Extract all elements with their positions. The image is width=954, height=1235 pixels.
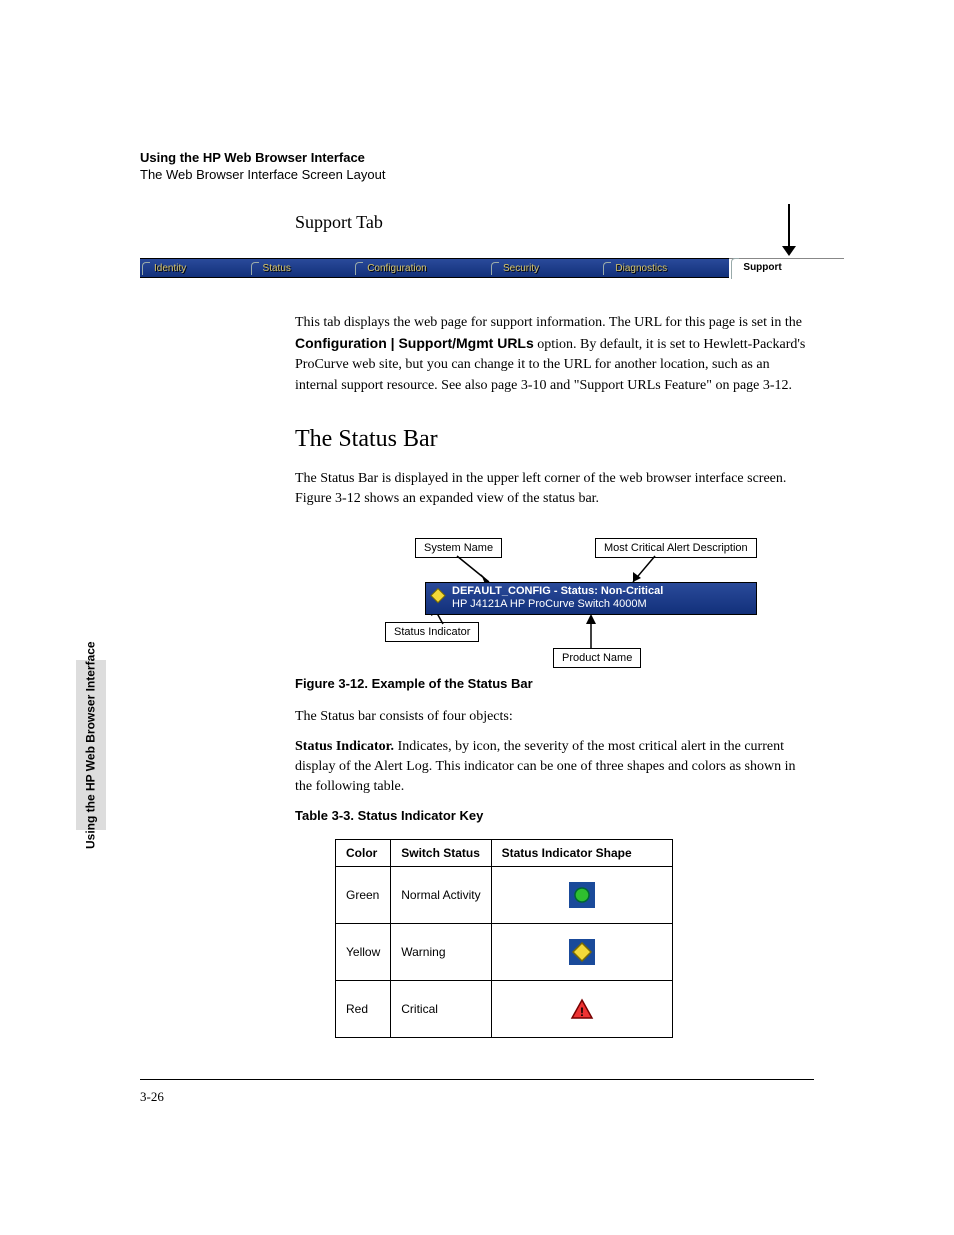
cell-shape	[491, 923, 672, 980]
tab-identity[interactable]: Identity	[140, 263, 249, 274]
arrow-down-icon	[782, 204, 796, 256]
cell-shape	[491, 866, 672, 923]
footer-rule	[140, 1079, 814, 1080]
header-subtitle: The Web Browser Interface Screen Layout	[140, 167, 814, 184]
cell-status: Critical	[391, 980, 491, 1037]
green-circle-icon	[569, 882, 595, 908]
yellow-diamond-icon	[569, 939, 595, 965]
col-color: Color	[336, 839, 391, 866]
red-triangle-icon: !	[569, 996, 595, 1022]
tab-bar-figure: Identity Status Configuration Security D…	[140, 258, 844, 280]
figure-caption: Figure 3-12. Example of the Status Bar	[295, 676, 814, 691]
page-number: 3-26	[140, 1089, 164, 1105]
status-indicator-para: Status Indicator. Indicates, by icon, th…	[295, 737, 814, 798]
status-bar-paragraph: The Status Bar is displayed in the upper…	[295, 469, 814, 510]
support-tab-heading: Support Tab	[295, 212, 814, 233]
side-tab-label: Using the HP Web Browser Interface	[84, 641, 98, 849]
callout-alert-description: Most Critical Alert Description	[595, 538, 757, 558]
side-thumb-tab: Using the HP Web Browser Interface	[76, 660, 106, 830]
text: This tab displays the web page for suppo…	[295, 315, 802, 330]
cell-color: Green	[336, 866, 391, 923]
four-objects-para: The Status bar consists of four objects:	[295, 707, 814, 727]
page: Using the HP Web Browser Interface The W…	[0, 0, 954, 1235]
callout-system-name: System Name	[415, 538, 502, 558]
status-line-1: DEFAULT_CONFIG - Status: Non-Critical	[452, 585, 752, 599]
tab-security[interactable]: Security	[489, 263, 601, 274]
header-title: Using the HP Web Browser Interface	[140, 150, 814, 167]
cell-status: Warning	[391, 923, 491, 980]
table-row: Red Critical !	[336, 980, 673, 1037]
bold-option-path: Configuration | Support/Mgmt URLs	[295, 335, 534, 351]
callout-status-indicator: Status Indicator	[385, 622, 479, 642]
cell-status: Normal Activity	[391, 866, 491, 923]
status-indicator-icon	[430, 588, 446, 609]
content-column: Support Tab	[295, 212, 814, 233]
svg-text:!: !	[580, 1005, 584, 1019]
tab-bar: Identity Status Configuration Security D…	[140, 258, 844, 278]
table-caption: Table 3-3. Status Indicator Key	[295, 808, 814, 823]
cell-shape: !	[491, 980, 672, 1037]
figure-3-12: System Name Most Critical Alert Descript…	[295, 538, 814, 668]
status-bar-strip: DEFAULT_CONFIG - Status: Non-Critical HP…	[425, 582, 757, 616]
tab-status[interactable]: Status	[249, 263, 354, 274]
status-bar-heading: The Status Bar	[295, 426, 814, 453]
content-column-2: This tab displays the web page for suppo…	[295, 313, 814, 1038]
table-header-row: Color Switch Status Status Indicator Sha…	[336, 839, 673, 866]
cell-color: Yellow	[336, 923, 391, 980]
table-row: Green Normal Activity	[336, 866, 673, 923]
status-indicator-label: Status Indicator.	[295, 739, 394, 754]
support-tab-paragraph: This tab displays the web page for suppo…	[295, 313, 814, 396]
status-indicator-key-table: Color Switch Status Status Indicator Sha…	[335, 839, 673, 1038]
tab-support[interactable]: Support	[729, 258, 844, 278]
callout-product-name: Product Name	[553, 648, 641, 668]
col-shape: Status Indicator Shape	[491, 839, 672, 866]
col-switch-status: Switch Status	[391, 839, 491, 866]
table-row: Yellow Warning	[336, 923, 673, 980]
tab-configuration[interactable]: Configuration	[353, 263, 489, 274]
tab-diagnostics[interactable]: Diagnostics	[601, 263, 729, 274]
status-line-2: HP J4121A HP ProCurve Switch 4000M	[452, 598, 752, 612]
cell-color: Red	[336, 980, 391, 1037]
running-header: Using the HP Web Browser Interface The W…	[140, 150, 814, 184]
